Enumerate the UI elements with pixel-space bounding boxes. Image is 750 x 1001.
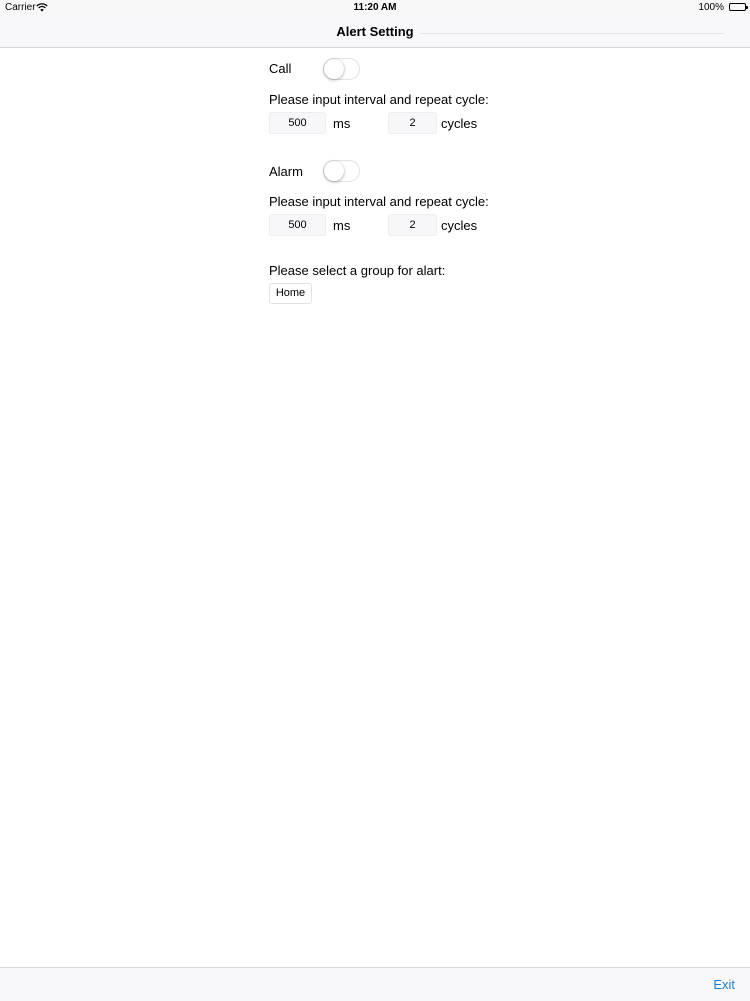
call-label: Call	[269, 61, 292, 76]
page-title: Alert Setting	[336, 24, 414, 39]
title-divider	[420, 33, 724, 34]
call-cycles-input[interactable]: 2	[388, 112, 437, 134]
alarm-cycles-unit: cycles	[441, 218, 478, 233]
navigation-bar: Alert Setting	[0, 16, 750, 48]
call-cycles-unit: cycles	[441, 116, 478, 131]
status-bar: Carrier 11:20 AM 100%	[0, 0, 750, 16]
call-interval-input[interactable]: 500	[269, 112, 326, 134]
alarm-label: Alarm	[269, 164, 303, 179]
call-toggle-knob	[324, 59, 344, 79]
alarm-interval-input[interactable]: 500	[269, 214, 326, 236]
call-interval-unit: ms	[333, 116, 351, 131]
bottom-toolbar: Exit	[0, 967, 750, 1001]
alarm-toggle-knob	[324, 161, 344, 181]
alarm-toggle[interactable]	[323, 160, 360, 182]
call-toggle[interactable]	[323, 58, 360, 80]
call-interval-prompt: Please input interval and repeat cycle:	[269, 92, 489, 107]
battery-percent: 100%	[698, 2, 724, 13]
battery-icon	[729, 3, 748, 11]
alarm-interval-prompt: Please input interval and repeat cycle:	[269, 194, 489, 209]
alarm-interval-unit: ms	[333, 218, 351, 233]
status-time: 11:20 AM	[353, 2, 397, 13]
alarm-cycles-input[interactable]: 2	[388, 214, 437, 236]
exit-button[interactable]: Exit	[713, 977, 735, 992]
group-select-button[interactable]: Home	[269, 283, 312, 304]
group-prompt: Please select a group for alart:	[269, 263, 446, 278]
